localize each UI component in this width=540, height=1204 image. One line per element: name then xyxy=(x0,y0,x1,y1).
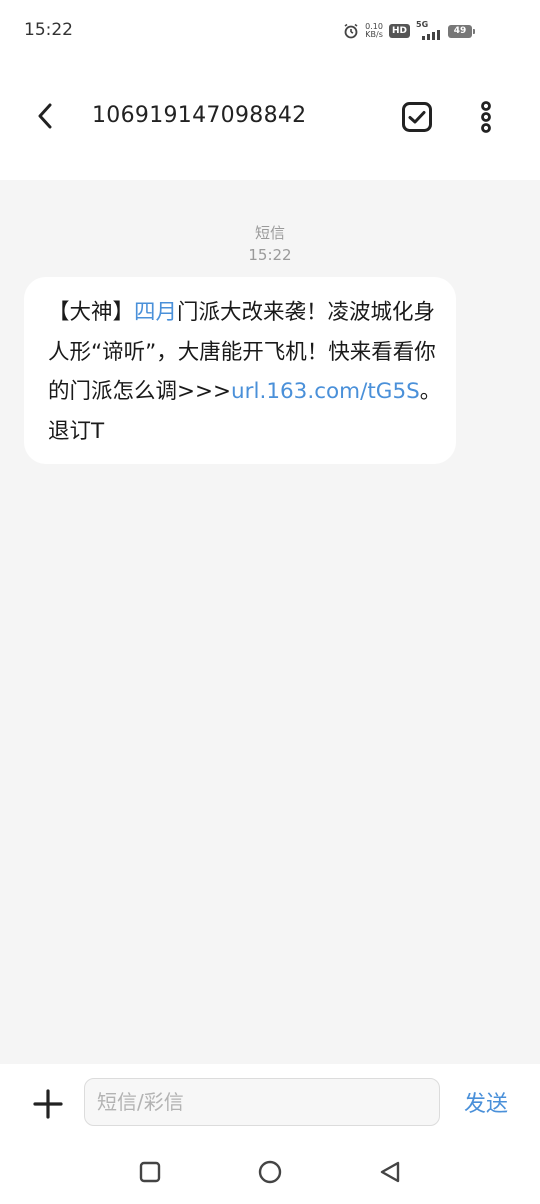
status-bar: 15:22 0.10 KB/s HD 5G 49 xyxy=(0,0,540,62)
message-meta: 短信 15:22 xyxy=(0,222,540,266)
status-icons: 0.10 KB/s HD 5G 49 xyxy=(343,20,475,40)
conversation-header: 106919147098842 xyxy=(0,62,540,180)
send-button[interactable]: 发送 xyxy=(464,1086,508,1118)
network-type: 5G xyxy=(416,20,429,29)
hd-badge: HD xyxy=(388,24,410,38)
more-options-button[interactable] xyxy=(468,98,504,136)
message-text: 【大神】四月门派大改来袭！凌波城化身人形“谛听”，大唐能开飞机！快来看看你的门派… xyxy=(48,293,442,451)
conversation-area[interactable]: 短信 15:22 【大神】四月门派大改来袭！凌波城化身人形“谛听”，大唐能开飞机… xyxy=(0,180,540,1064)
contact-number: 106919147098842 xyxy=(92,103,307,128)
recent-apps-button[interactable] xyxy=(138,1160,162,1184)
message-input[interactable] xyxy=(84,1078,440,1126)
message-url-link[interactable]: url.163.com/tG5S xyxy=(231,379,420,404)
system-back-button[interactable] xyxy=(378,1160,402,1184)
add-attachment-button[interactable] xyxy=(28,1084,68,1124)
status-time: 15:22 xyxy=(24,20,73,40)
select-button[interactable] xyxy=(398,98,436,136)
network-speed: 0.10 KB/s xyxy=(365,23,383,39)
message-type: 短信 xyxy=(254,224,285,242)
back-button[interactable] xyxy=(28,98,64,134)
message-link[interactable]: 四月 xyxy=(134,300,177,325)
message-time: 15:22 xyxy=(248,246,292,264)
home-button[interactable] xyxy=(258,1160,282,1184)
more-vertical-icon xyxy=(481,101,491,133)
message-bubble[interactable]: 【大神】四月门派大改来袭！凌波城化身人形“谛听”，大唐能开飞机！快来看看你的门派… xyxy=(24,277,456,464)
plus-icon xyxy=(33,1089,63,1119)
system-nav-bar xyxy=(0,1140,540,1204)
signal-icon: 5G xyxy=(416,20,442,40)
network-speed-unit: KB/s xyxy=(365,30,383,39)
square-icon xyxy=(139,1161,161,1183)
checkbox-checked-icon xyxy=(402,102,432,132)
compose-bar: 发送 xyxy=(0,1064,540,1140)
circle-icon xyxy=(258,1160,282,1184)
chevron-left-icon xyxy=(38,103,52,129)
message-text-part: 【大神】 xyxy=(48,300,135,325)
triangle-back-icon xyxy=(380,1161,400,1183)
alarm-icon xyxy=(343,23,359,39)
battery-icon: 49 xyxy=(448,24,475,38)
